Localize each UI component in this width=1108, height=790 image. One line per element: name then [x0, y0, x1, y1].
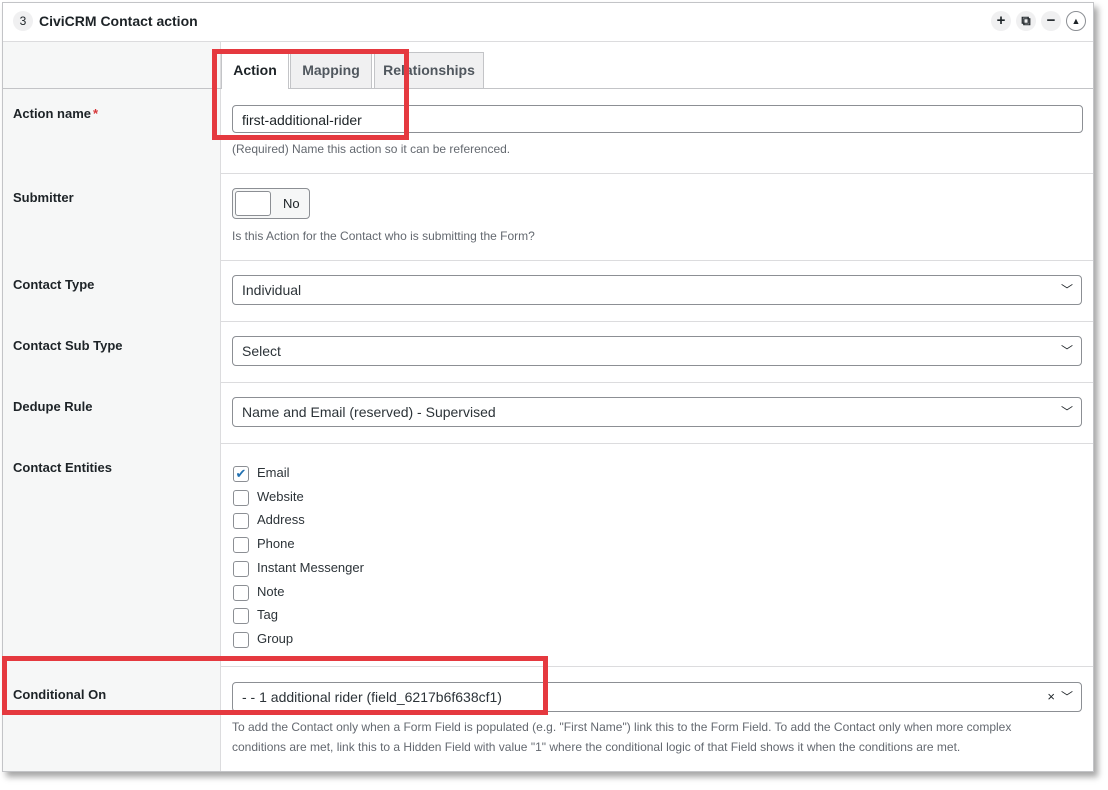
add-icon[interactable]: + [991, 11, 1011, 31]
tab-bar: Action Mapping Relationships [3, 42, 1093, 89]
tab-action[interactable]: Action [221, 52, 289, 89]
checkbox[interactable] [233, 537, 249, 553]
dedupe-rule-label: Dedupe Rule [13, 399, 93, 414]
checkbox[interactable] [233, 490, 249, 506]
checkbox[interactable] [233, 585, 249, 601]
contact-entities-row: Contact Entities ✔ Email Website Address … [3, 443, 1093, 667]
collapse-icon[interactable]: − [1041, 11, 1061, 31]
dedupe-rule-label-cell: Dedupe Rule [3, 382, 221, 443]
contact-type-row: Contact Type Individual ﹀ [3, 260, 1093, 322]
conditional-on-description-line2: conditions are met, link this to a Hidde… [232, 740, 961, 754]
civicrm-contact-action-panel: 3 CiviCRM Contact action + ⧉ − ▲ Action … [2, 2, 1094, 772]
conditional-on-label-cell: Conditional On [3, 666, 221, 771]
conditional-on-select[interactable]: - - 1 additional rider (field_6217b6f638… [232, 682, 1082, 712]
conditional-on-label: Conditional On [13, 687, 107, 702]
checkbox[interactable] [233, 561, 249, 577]
chevron-down-icon: ﹀ [1060, 283, 1073, 297]
action-name-row: Action name * first-additional-rider (Req… [3, 89, 1093, 174]
checkbox[interactable] [233, 513, 249, 529]
action-name-label: Action name * [13, 106, 99, 121]
submitter-label: Submitter [13, 190, 74, 205]
tab-relationships[interactable]: Relationships [374, 52, 484, 88]
action-name-description: (Required) Name this action so it can be… [232, 142, 511, 156]
submitter-row: Submitter No Is this Action for the Cont… [3, 173, 1093, 261]
contact-sub-type-label: Contact Sub Type [13, 338, 123, 353]
conditional-on-description-line1: To add the Contact only when a Form Fiel… [232, 720, 1012, 734]
duplicate-icon[interactable]: ⧉ [1016, 11, 1036, 31]
submitter-description: Is this Action for the Contact who is su… [232, 229, 535, 243]
contact-type-label: Contact Type [13, 277, 95, 292]
move-up-icon[interactable]: ▲ [1066, 11, 1086, 31]
clear-icon[interactable]: × [1047, 683, 1055, 711]
contact-entities-label: Contact Entities [13, 460, 112, 475]
tab-mapping[interactable]: Mapping [290, 52, 372, 88]
submitter-label-cell: Submitter [3, 173, 221, 260]
chevron-down-icon: ﹀ [1060, 405, 1073, 419]
required-marker: * [93, 106, 99, 121]
dedupe-rule-select[interactable]: Name and Email (reserved) - Supervised ﹀ [232, 397, 1082, 427]
step-number-badge: 3 [13, 11, 33, 31]
dedupe-rule-row: Dedupe Rule Name and Email (reserved) - … [3, 382, 1093, 444]
contact-sub-type-label-cell: Contact Sub Type [3, 321, 221, 382]
contact-sub-type-value: Select [242, 343, 281, 359]
chevron-down-icon: ﹀ [1060, 344, 1073, 358]
contact-type-select[interactable]: Individual ﹀ [232, 275, 1082, 305]
contact-type-label-cell: Contact Type [3, 260, 221, 321]
dedupe-rule-value: Name and Email (reserved) - Supervised [242, 404, 496, 420]
submitter-toggle[interactable]: No [232, 188, 310, 219]
contact-entities-label-cell: Contact Entities [3, 443, 221, 666]
contact-sub-type-select[interactable]: Select ﹀ [232, 336, 1082, 366]
toggle-knob [235, 191, 271, 216]
checkbox[interactable] [233, 632, 249, 648]
panel-title: CiviCRM Contact action [39, 13, 198, 29]
panel-header: 3 CiviCRM Contact action + ⧉ − ▲ [3, 3, 1093, 42]
checkbox[interactable] [233, 608, 249, 624]
action-name-input[interactable]: first-additional-rider [232, 105, 1083, 133]
conditional-on-value: - - 1 additional rider (field_6217b6f638… [242, 689, 502, 705]
checkbox-checked-icon[interactable]: ✔ [233, 466, 249, 482]
action-name-label-cell: Action name * [3, 89, 221, 173]
contact-type-value: Individual [242, 282, 302, 298]
contact-sub-type-row: Contact Sub Type Select ﹀ [3, 321, 1093, 383]
conditional-on-row: Conditional On - - 1 additional rider (f… [3, 666, 1093, 771]
chevron-down-icon: ﹀ [1060, 690, 1073, 704]
submitter-toggle-value: No [283, 196, 300, 211]
